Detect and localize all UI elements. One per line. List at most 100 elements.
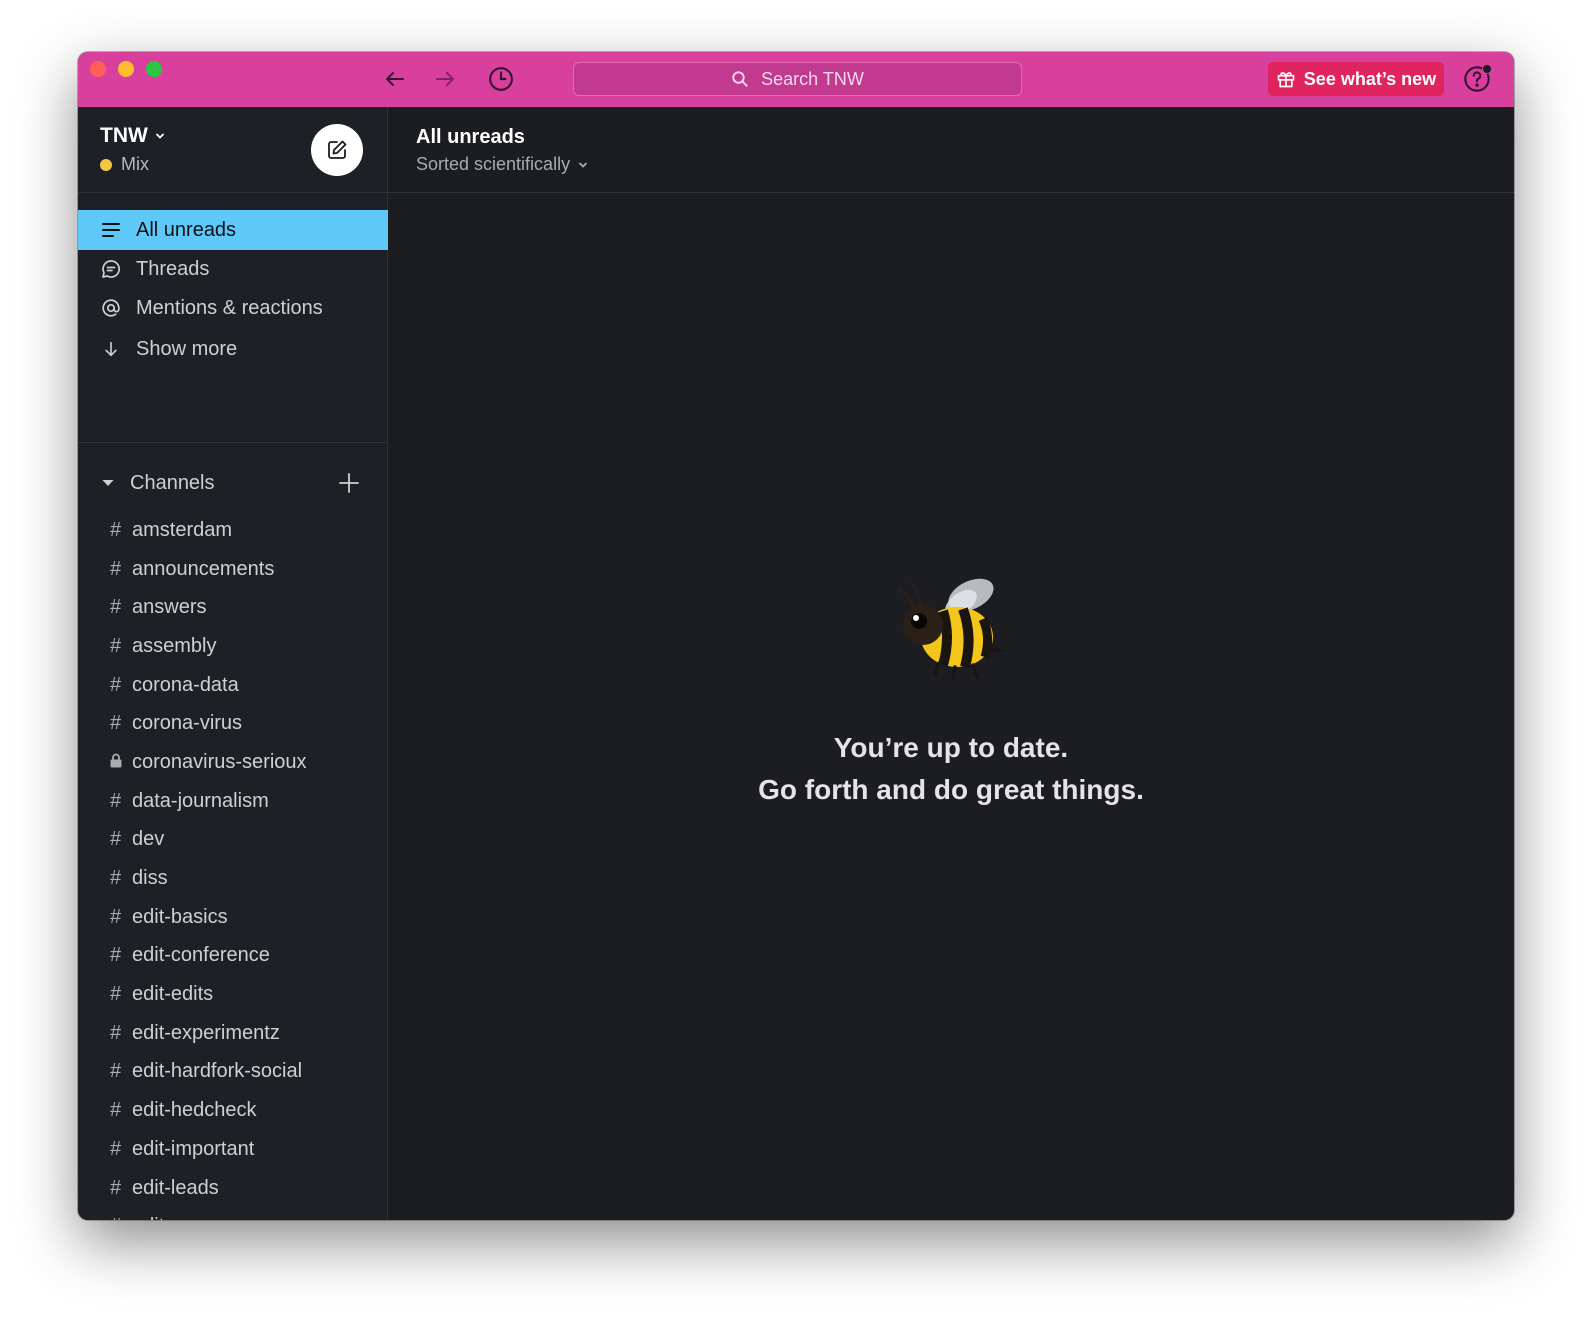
threads-icon — [100, 258, 122, 280]
hash-icon: # — [109, 634, 122, 657]
chevron-down-icon — [155, 133, 164, 139]
channels-toggle[interactable]: Channels — [100, 472, 215, 495]
sidebar-channel-edit-edits[interactable]: # edit-edits — [78, 975, 388, 1014]
sidebar-channel-diss[interactable]: # diss — [78, 859, 388, 898]
channel-name: corona-virus — [132, 712, 243, 735]
sidebar-item-threads[interactable]: Threads — [78, 249, 388, 289]
sidebar-channel-corona-data[interactable]: # corona-data — [78, 666, 388, 705]
main-pane: All unreads Sorted scientifically You’re… — [388, 107, 1514, 1220]
sidebar-channel-edit-hardfork-social[interactable]: # edit-hardfork-social — [78, 1053, 388, 1092]
compose-icon — [328, 140, 347, 159]
channel-name: edit-leads — [132, 1176, 219, 1199]
hash-icon: # — [109, 596, 122, 619]
list-icon — [100, 219, 122, 241]
sidebar-item-label: All unreads — [136, 218, 237, 241]
hash-icon: # — [109, 944, 122, 967]
plus-icon — [339, 473, 359, 493]
hash-icon: # — [109, 712, 122, 735]
channels-section-header: Channels — [100, 467, 362, 499]
clock-icon — [489, 67, 513, 91]
hash-icon: # — [109, 1176, 122, 1199]
sidebar-channel-edit-important[interactable]: # edit-important — [78, 1130, 388, 1169]
channels-title: Channels — [130, 471, 215, 494]
hash-icon: # — [109, 518, 122, 541]
sidebar-channel-edit-leads[interactable]: # edit-leads — [78, 1169, 388, 1208]
sidebar-channel-dev[interactable]: # dev — [78, 821, 388, 860]
hash-icon: # — [108, 1215, 123, 1220]
sidebar-item-label: Threads — [136, 257, 210, 280]
search-bar[interactable]: Search TNW — [573, 62, 1022, 96]
sidebar-channel-data-journalism[interactable]: # data-journalism — [78, 782, 388, 821]
minimize-window-button[interactable] — [118, 61, 134, 77]
main-header: All unreads Sorted scientifically — [388, 107, 1514, 193]
title-bar: Search TNW See what’s new — [78, 52, 1514, 107]
lock-icon — [108, 751, 123, 774]
close-window-button[interactable] — [90, 61, 106, 77]
sidebar-channel-amsterdam[interactable]: # amsterdam — [78, 511, 388, 550]
hash-icon: # — [109, 673, 122, 696]
channel-name: edit-important — [132, 1137, 255, 1160]
chevron-down-icon — [579, 162, 587, 168]
channel-name: data-journalism — [132, 789, 269, 812]
sidebar-channel-answers[interactable]: # answers — [78, 588, 388, 627]
history-button[interactable] — [486, 64, 516, 94]
user-status-label: Mix — [121, 154, 149, 174]
sidebar-item-all-unreads[interactable]: All unreads — [78, 210, 388, 250]
bee-icon — [897, 578, 1005, 681]
workspace-menu[interactable]: TNW — [100, 124, 166, 148]
hash-icon: # — [109, 789, 122, 812]
channel-name: edit-hardfork-social — [132, 1060, 303, 1083]
add-channel-button[interactable] — [336, 470, 362, 496]
compose-button[interactable] — [311, 124, 363, 176]
hash-icon: # — [109, 1021, 122, 1044]
sidebar-item-mentions[interactable]: Mentions & reactions — [78, 288, 388, 328]
hash-icon: # — [109, 557, 122, 580]
notification-dot — [1482, 64, 1492, 74]
caret-down-icon — [102, 480, 114, 486]
at-icon — [100, 297, 122, 319]
forward-button[interactable] — [430, 64, 460, 94]
channel-name: assembly — [132, 634, 217, 657]
sidebar-divider — [78, 442, 388, 443]
channel-name: coronavirus-serioux — [132, 750, 307, 773]
hash-icon: # — [109, 828, 122, 851]
sidebar-channel-assembly[interactable]: # assembly — [78, 627, 388, 666]
sidebar-channel-corona-virus[interactable]: # corona-virus — [78, 704, 388, 743]
hash-icon: # — [109, 1137, 122, 1160]
search-placeholder: Search TNW — [761, 68, 864, 89]
channel-name: edit-experimentz — [132, 1021, 280, 1044]
arrow-down-icon — [100, 338, 122, 360]
empty-state: You’re up to date. Go forth and do great… — [388, 567, 1514, 811]
channel-name: answers — [132, 596, 207, 619]
hash-icon: # — [109, 1099, 122, 1122]
sidebar-item-label: Show more — [136, 337, 238, 360]
channel-list: # amsterdam # announcements # answers # assembl… — [78, 511, 388, 1220]
hash-icon: # — [109, 983, 122, 1006]
sidebar-channel-edit-basics[interactable]: # edit-basics — [78, 898, 388, 937]
help-button[interactable] — [1462, 64, 1492, 94]
sidebar-item-show-more[interactable]: Show more — [78, 329, 388, 369]
channel-name: edit-basics — [132, 905, 228, 928]
user-status[interactable]: Mix — [100, 154, 149, 175]
status-dot — [100, 158, 112, 171]
arrow-right-icon — [436, 72, 454, 86]
sidebar-item-label: Mentions & reactions — [136, 296, 323, 319]
sidebar-channel-announcements[interactable]: # announcements — [78, 550, 388, 589]
channel-name: edit-conference — [132, 944, 270, 967]
app-window: Search TNW See what’s new TNW Mix All un… — [78, 52, 1514, 1220]
zoom-window-button[interactable] — [146, 61, 162, 77]
sidebar-channel-edit-hedcheck[interactable]: # edit-hedcheck — [78, 1091, 388, 1130]
hash-icon: # — [109, 905, 122, 928]
sidebar-channel-edit-newsroom[interactable]: # edit-newsroom — [78, 1207, 388, 1220]
sidebar-channel-edit-experimentz[interactable]: # edit-experimentz — [78, 1014, 388, 1053]
sort-dropdown[interactable]: Sorted scientifically — [416, 154, 589, 175]
workspace-header: TNW Mix — [78, 107, 388, 193]
sidebar-channel-coronavirus-serioux[interactable]: coronavirus-serioux — [78, 743, 388, 782]
whats-new-button[interactable]: See what’s new — [1268, 62, 1444, 96]
hash-icon: # — [109, 1060, 122, 1083]
page-title: All unreads — [416, 126, 525, 148]
sidebar-channel-edit-conference[interactable]: # edit-conference — [78, 937, 388, 976]
arrow-left-icon — [386, 72, 404, 86]
empty-state-subtitle: Go forth and do great things. — [758, 774, 1144, 805]
back-button[interactable] — [380, 64, 410, 94]
